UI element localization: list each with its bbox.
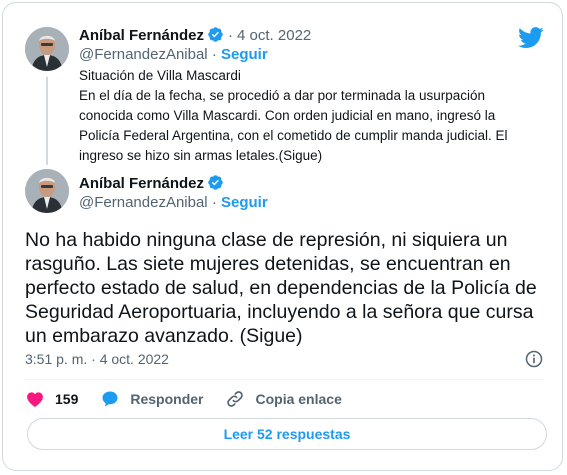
quoted-handle-row: @FernandezAnibal · Seguir: [79, 45, 268, 65]
link-icon: [227, 391, 244, 407]
author-name[interactable]: Aníbal Fernández: [79, 27, 204, 44]
heart-icon: [27, 392, 43, 407]
twitter-bird-icon[interactable]: [518, 27, 544, 49]
thread-connector-line: [46, 77, 48, 165]
author-name[interactable]: Aníbal Fernández: [79, 175, 204, 192]
quoted-tweet-header: Aníbal Fernández · 4 oct. 2022: [79, 26, 311, 46]
main-handle-row: @FernandezAnibal · Seguir: [79, 193, 268, 213]
tweet-timestamp[interactable]: 3:51 p. m. · 4 oct. 2022: [25, 351, 169, 367]
author-handle[interactable]: @FernandezAnibal: [79, 194, 208, 211]
info-icon[interactable]: [524, 349, 544, 369]
copy-link-button[interactable]: Copia enlace: [225, 389, 342, 409]
tweet-card: Aníbal Fernández · 4 oct. 2022 @FernandezA…: [2, 2, 563, 471]
copy-link-label: Copia enlace: [255, 391, 342, 407]
like-count: 159: [55, 391, 79, 407]
reply-label: Responder: [130, 391, 204, 407]
quoted-tweet-text: Situación de Villa Mascardi En el día de…: [79, 68, 508, 163]
verified-badge-icon: [208, 27, 223, 42]
separator-dot: ·: [228, 27, 234, 44]
tweet-actions: 159 Responder Copia enlace: [25, 388, 364, 410]
read-replies-button[interactable]: Leer 52 respuestas: [27, 418, 547, 450]
follow-button[interactable]: Seguir: [221, 194, 268, 211]
separator-dot: ·: [211, 194, 217, 211]
author-handle[interactable]: @FernandezAnibal: [79, 46, 208, 63]
reply-button[interactable]: Responder: [100, 389, 203, 409]
verified-badge-icon: [208, 175, 223, 190]
divider: [25, 379, 544, 380]
tweet-date[interactable]: 4 oct. 2022: [237, 27, 311, 44]
tweet-text: No ha habido ninguna clase de represión,…: [25, 229, 537, 347]
like-button[interactable]: 159: [25, 389, 78, 409]
main-tweet-header: Aníbal Fernández: [79, 174, 224, 194]
author-avatar[interactable]: [25, 27, 69, 71]
author-avatar[interactable]: [25, 169, 69, 213]
reply-bubble-icon: [102, 391, 118, 407]
follow-button[interactable]: Seguir: [221, 46, 268, 63]
separator-dot: ·: [211, 46, 217, 63]
